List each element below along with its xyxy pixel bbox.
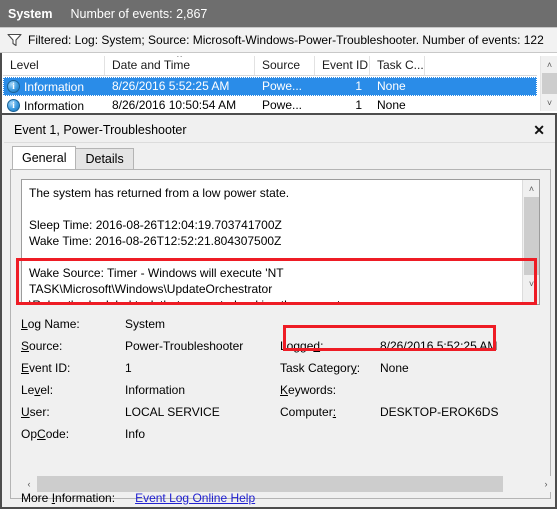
column-header-level-label: Level xyxy=(10,58,39,72)
field-row-log-name: Log Name: System xyxy=(21,313,540,335)
column-header-date-time-label: Date and Time xyxy=(112,58,191,72)
scrollbar-thumb[interactable] xyxy=(37,476,503,492)
column-header-task-category[interactable]: Task C... xyxy=(370,56,425,75)
cell-level: Information xyxy=(3,77,105,96)
close-icon[interactable]: ✕ xyxy=(531,123,547,137)
more-information-row: More Information: Event Log Online Help xyxy=(21,491,255,505)
cell-level-label: Information xyxy=(24,79,85,94)
field-label-level: Level: xyxy=(21,383,54,397)
scrollbar-track[interactable] xyxy=(37,476,538,492)
field-row-level-keywords: Level: Information Keywords: xyxy=(21,379,540,401)
field-value-opcode: Info xyxy=(125,427,146,441)
cell-source: Powe... xyxy=(262,98,303,112)
field-value-keywords xyxy=(380,383,540,397)
filter-funnel-icon xyxy=(0,33,28,47)
field-row-opcode: OpCode: Info xyxy=(21,423,540,445)
cell-date-time: 8/26/2016 10:50:54 AM xyxy=(112,98,237,112)
scroll-down-icon[interactable]: ˅ xyxy=(523,275,539,292)
column-header-level[interactable]: Level xyxy=(3,56,105,75)
filter-description-text: Filtered: Log: System; Source: Microsoft… xyxy=(28,33,544,47)
field-label-computer: Computer: xyxy=(280,405,337,419)
dialog-title-bar[interactable]: Event 1, Power-Troubleshooter ✕ xyxy=(4,117,555,143)
cell-task-category: None xyxy=(377,79,406,93)
log-name-title: System xyxy=(8,6,53,21)
field-label-source: Source: xyxy=(21,339,63,353)
field-value-event-id: 1 xyxy=(125,361,132,375)
cell-date-time: 8/26/2016 5:52:25 AM xyxy=(112,79,230,93)
column-header-task-category-label: Task C... xyxy=(377,58,424,72)
field-value-computer: DESKTOP-EROK6DS xyxy=(380,405,499,419)
event-properties-fields: Log Name: System Source: Power-Troublesh… xyxy=(21,313,540,445)
field-value-level: Information xyxy=(125,383,186,397)
field-label-task-category: Task Category: xyxy=(280,361,361,375)
dialog-title-text: Event 1, Power-Troubleshooter xyxy=(14,122,187,137)
field-label-logged: Logged: xyxy=(280,339,324,353)
scroll-left-icon[interactable]: ‹ xyxy=(21,476,37,492)
scroll-up-icon[interactable]: ˄ xyxy=(541,56,557,73)
tab-general[interactable]: General xyxy=(12,146,77,169)
log-header-bar: System Number of events: 2,867 xyxy=(0,0,557,27)
field-row-source-logged: Source: Power-Troubleshooter Logged: 8/2… xyxy=(21,335,540,357)
column-header-source-label: Source xyxy=(262,58,301,72)
scroll-down-icon[interactable]: ˅ xyxy=(541,94,557,111)
tab-details-label: Details xyxy=(85,152,124,166)
field-label-opcode: OpCode: xyxy=(21,427,70,441)
scroll-up-icon[interactable]: ˄ xyxy=(523,180,539,197)
event-description-text: The system has returned from a low power… xyxy=(29,186,354,305)
table-row[interactable]: Information 8/26/2016 5:52:25 AM Powe...… xyxy=(3,77,537,96)
sort-ascending-icon: ˄ xyxy=(105,56,254,60)
description-scrollbar[interactable]: ˄ ˅ xyxy=(522,180,539,304)
column-header-date-time[interactable]: ˄ Date and Time xyxy=(105,56,255,75)
dialog-tabs[interactable]: General Details xyxy=(12,146,134,169)
cell-level-label: Information xyxy=(24,98,85,113)
event-log-online-help-link[interactable]: Event Log Online Help xyxy=(135,491,255,505)
dialog-horizontal-scrollbar[interactable]: ‹ › xyxy=(21,476,554,492)
tab-general-label: General xyxy=(22,151,67,165)
cell-event-id: 1 xyxy=(355,79,362,93)
column-header-event-id[interactable]: Event ID xyxy=(315,56,370,75)
cell-task-category: None xyxy=(377,98,406,112)
event-description-box[interactable]: The system has returned from a low power… xyxy=(21,179,540,305)
column-header-source[interactable]: Source xyxy=(255,56,315,75)
field-value-user: LOCAL SERVICE xyxy=(125,405,220,419)
field-value-logged: 8/26/2016 5:52:25 AM xyxy=(380,339,498,353)
event-properties-dialog: Event 1, Power-Troubleshooter ✕ General … xyxy=(0,113,557,509)
cell-level: Information xyxy=(3,96,105,113)
field-label-log-name: Log Name: xyxy=(21,317,80,331)
column-header-filler xyxy=(425,56,537,75)
field-row-event-id-task-category: Event ID: 1 Task Category: None xyxy=(21,357,540,379)
cell-source: Powe... xyxy=(262,79,303,93)
field-label-user: User: xyxy=(21,405,50,419)
table-row[interactable]: Information 8/26/2016 10:50:54 AM Powe..… xyxy=(3,96,537,113)
field-value-task-category: None xyxy=(380,361,409,375)
event-list[interactable]: Level ˄ Date and Time Source Event ID Ta… xyxy=(0,53,557,113)
scrollbar-thumb[interactable] xyxy=(524,197,539,275)
general-tab-panel: The system has returned from a low power… xyxy=(10,169,554,505)
filter-status-bar[interactable]: Filtered: Log: System; Source: Microsoft… xyxy=(0,27,557,53)
field-value-log-name: System xyxy=(125,317,166,331)
field-label-keywords: Keywords: xyxy=(280,383,337,397)
more-information-label: More Information: xyxy=(21,491,116,505)
field-value-source: Power-Troubleshooter xyxy=(125,339,244,353)
cell-event-id: 1 xyxy=(355,98,362,112)
event-list-scrollbar[interactable]: ˄ ˅ xyxy=(540,56,557,111)
event-list-header[interactable]: Level ˄ Date and Time Source Event ID Ta… xyxy=(3,56,537,76)
tab-details[interactable]: Details xyxy=(75,148,134,169)
scrollbar-thumb[interactable] xyxy=(542,73,557,94)
information-icon xyxy=(7,99,20,112)
events-count-text: Number of events: 2,867 xyxy=(70,6,208,21)
scroll-right-icon[interactable]: › xyxy=(538,476,554,492)
column-header-event-id-label: Event ID xyxy=(322,58,369,72)
field-row-user-computer: User: LOCAL SERVICE Computer: DESKTOP-ER… xyxy=(21,401,540,423)
field-label-event-id: Event ID: xyxy=(21,361,71,375)
information-icon xyxy=(7,80,20,93)
